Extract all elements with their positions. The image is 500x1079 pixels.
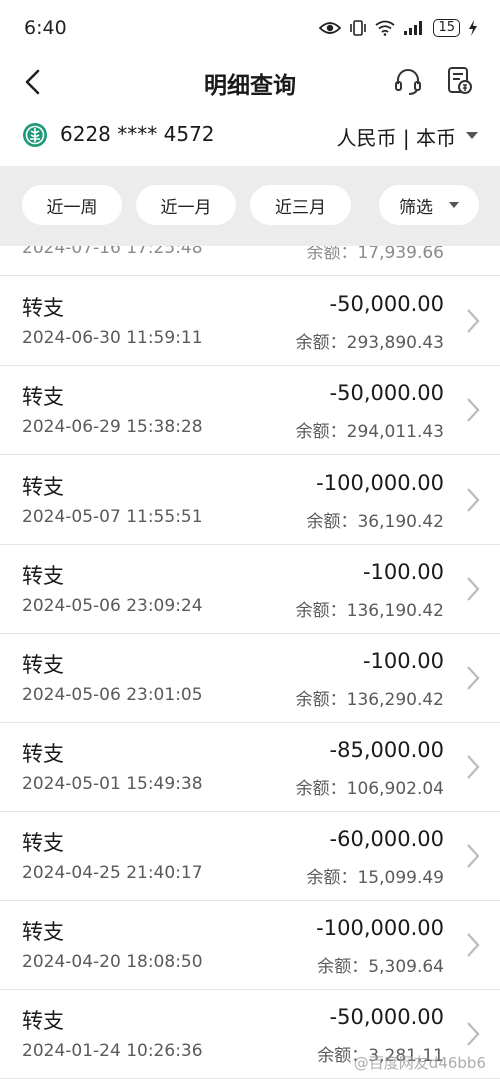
transaction-type: 转支 <box>22 385 64 409</box>
transaction-type: 转支 <box>22 296 64 320</box>
status-icons: 15 <box>319 19 478 37</box>
receipt-icon[interactable] <box>446 66 474 96</box>
account-bar: 6228 **** 4572 人民币 | 本币 <box>0 114 500 160</box>
chevron-right-icon <box>467 844 480 868</box>
transaction-amount: -100,000.00 <box>316 916 444 940</box>
transaction-amount: -100.00 <box>362 649 444 673</box>
filter-screen-button[interactable]: 筛选 <box>379 185 479 225</box>
currency-selector[interactable]: 人民币 | 本币 <box>337 122 456 151</box>
signal-icon <box>404 21 423 35</box>
page-title: 明细查询 <box>204 73 296 99</box>
transaction-date: 2024-04-20 18:08:50 <box>22 952 203 972</box>
charging-icon <box>469 20 477 36</box>
transaction-amount: -60,000.00 <box>329 827 444 851</box>
filter-screen-label: 筛选 <box>399 197 433 218</box>
transaction-amount: -100.00 <box>362 560 444 584</box>
transaction-type: 转支 <box>22 653 64 677</box>
transaction-balance: 余额：136,290.42 <box>295 690 444 710</box>
transaction-amount: -50,000.00 <box>329 292 444 316</box>
filter-month-button[interactable]: 近一月 <box>136 185 236 225</box>
transaction-balance: 余额：294,011.43 <box>295 422 444 442</box>
transaction-date: 2024-06-30 11:59:11 <box>22 328 203 348</box>
chevron-right-icon <box>467 488 480 512</box>
transaction-balance: 余额：106,902.04 <box>295 779 444 799</box>
vibrate-icon <box>350 20 367 36</box>
filter-three-months-button[interactable]: 近三月 <box>250 185 351 225</box>
watermark: @百度网友d46bb6 <box>353 1054 486 1072</box>
chevron-right-icon <box>467 933 480 957</box>
bank-logo-icon <box>23 123 47 147</box>
chevron-right-icon <box>467 577 480 601</box>
transaction-type: 转支 <box>22 564 64 588</box>
transaction-date: 2024-04-25 21:40:17 <box>22 863 203 883</box>
transaction-type: 转支 <box>22 920 64 944</box>
wifi-icon <box>375 20 396 36</box>
list-item[interactable]: 转支 2024-06-29 15:38:28 -50,000.00 余额：294… <box>0 366 500 455</box>
chevron-right-icon <box>467 1022 480 1046</box>
transaction-date: 2024-05-06 23:09:24 <box>22 596 203 616</box>
transaction-type: 转支 <box>22 1009 64 1033</box>
transaction-type: 转支 <box>22 742 64 766</box>
list-item[interactable]: 转支 2024-05-01 15:49:38 -85,000.00 余额：106… <box>0 723 500 812</box>
transaction-balance: 余额：36,190.42 <box>306 512 444 532</box>
transaction-list[interactable]: 2024-07-16 17:25:48 余额：17,939.66 转支 2024… <box>0 246 500 1079</box>
title-bar: 明细查询 <box>0 56 500 108</box>
eye-icon <box>319 22 342 34</box>
status-bar: 6:40 15 <box>0 0 500 56</box>
transaction-balance: 余额：17,939.66 <box>306 246 444 263</box>
transaction-date: 2024-07-16 17:25:48 <box>22 246 203 258</box>
filter-three-months-label: 近三月 <box>275 197 326 218</box>
list-item[interactable]: 转支 2024-05-06 23:01:05 -100.00 余额：136,29… <box>0 634 500 723</box>
transaction-type: 转支 <box>22 831 64 855</box>
filter-month-label: 近一月 <box>160 197 212 218</box>
list-item[interactable]: 转支 2024-05-06 23:09:24 -100.00 余额：136,19… <box>0 545 500 634</box>
chevron-right-icon <box>467 398 480 422</box>
list-item[interactable]: 转支 2024-04-25 21:40:17 -60,000.00 余额：15,… <box>0 812 500 901</box>
filter-week-button[interactable]: 近一周 <box>22 185 122 225</box>
filter-bar: 近一周 近一月 近三月 筛选 <box>0 166 500 246</box>
status-time: 6:40 <box>24 17 67 39</box>
chevron-right-icon <box>467 755 480 779</box>
transaction-date: 2024-01-24 10:26:36 <box>22 1041 203 1061</box>
account-number: 6228 **** 4572 <box>60 122 215 146</box>
transaction-amount: -50,000.00 <box>329 381 444 405</box>
transaction-amount: -50,000.00 <box>329 1005 444 1029</box>
transaction-balance: 余额：5,309.64 <box>317 957 444 977</box>
transaction-balance: 余额：293,890.43 <box>295 333 444 353</box>
chevron-right-icon <box>467 309 480 333</box>
caret-down-icon[interactable] <box>466 132 478 139</box>
transaction-date: 2024-05-07 11:55:51 <box>22 507 203 527</box>
list-item[interactable]: 转支 2024-04-20 18:08:50 -100,000.00 余额：5,… <box>0 901 500 990</box>
chevron-right-icon <box>467 666 480 690</box>
list-item-partial[interactable]: 2024-07-16 17:25:48 余额：17,939.66 <box>0 246 500 276</box>
list-item[interactable]: 转支 2024-06-30 11:59:11 -50,000.00 余额：293… <box>0 277 500 366</box>
caret-down-icon <box>449 202 459 208</box>
transaction-date: 2024-05-01 15:49:38 <box>22 774 203 794</box>
transaction-date: 2024-05-06 23:01:05 <box>22 685 203 705</box>
transaction-balance: 余额：15,099.49 <box>306 868 444 888</box>
transaction-amount: -100,000.00 <box>316 471 444 495</box>
battery-icon: 15 <box>433 19 460 37</box>
list-item[interactable]: 转支 2024-05-07 11:55:51 -100,000.00 余额：36… <box>0 456 500 545</box>
filter-week-label: 近一周 <box>46 197 98 218</box>
transaction-date: 2024-06-29 15:38:28 <box>22 417 203 437</box>
transaction-type: 转支 <box>22 475 64 499</box>
transaction-amount: -85,000.00 <box>329 738 444 762</box>
headset-icon[interactable] <box>393 66 423 96</box>
transaction-balance: 余额：136,190.42 <box>295 601 444 621</box>
